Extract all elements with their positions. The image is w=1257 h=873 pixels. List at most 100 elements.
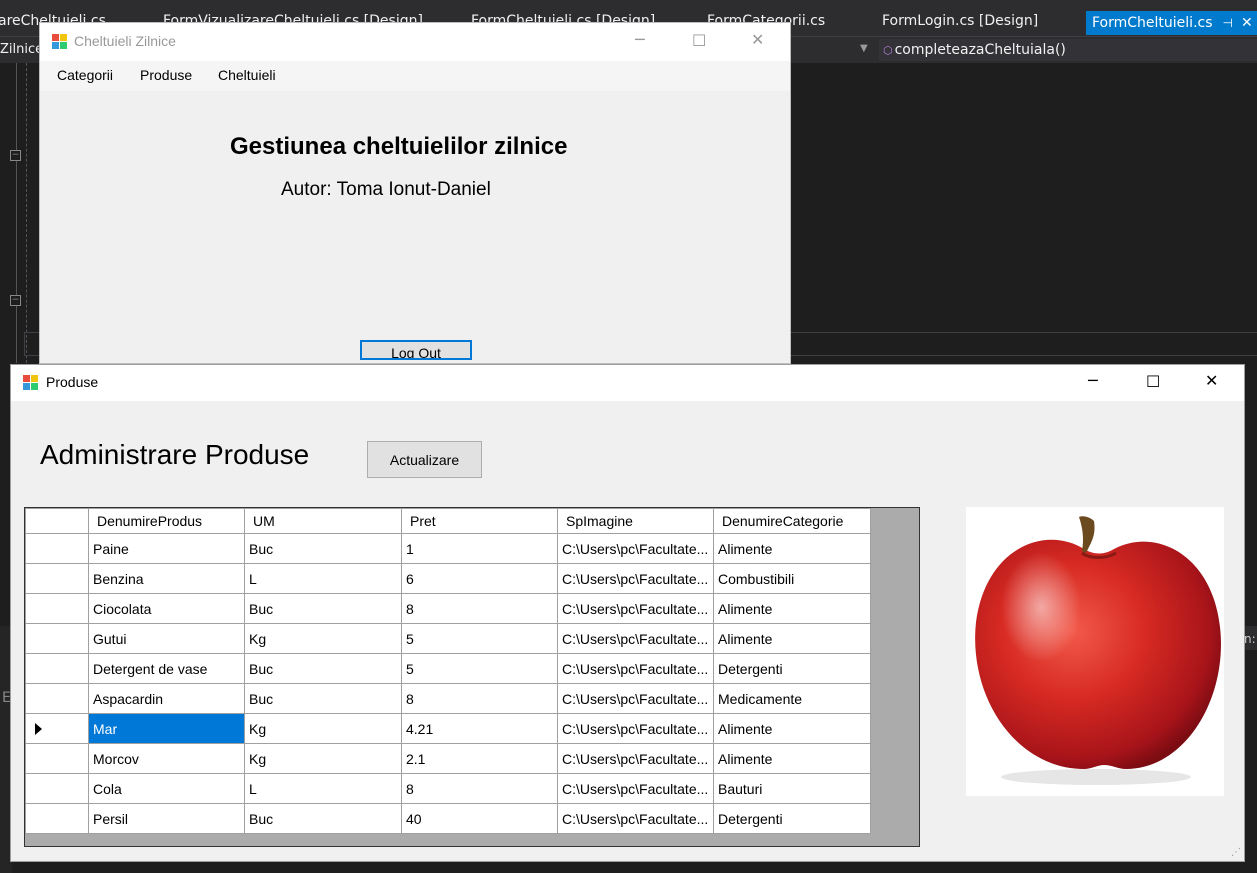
ide-member-combo[interactable]: ⬡ completeazaCheltuiala() (879, 39, 1257, 61)
table-cell[interactable]: Buc (244, 593, 402, 624)
table-row[interactable]: Morcov Kg 2.1 C:\Users\pc\Facultate... Alime… (25, 743, 871, 774)
row-header-corner[interactable] (25, 508, 89, 534)
table-cell[interactable]: Bauturi (713, 773, 871, 804)
menu-categorii[interactable]: Categorii (57, 67, 113, 83)
table-cell[interactable]: L (244, 563, 402, 594)
table-cell[interactable]: Morcov (88, 743, 245, 774)
table-cell[interactable]: C:\Users\pc\Facultate... (557, 743, 714, 774)
table-cell[interactable]: 1 (401, 533, 558, 564)
column-header[interactable]: DenumireProdus (88, 508, 245, 534)
table-cell[interactable]: Alimente (713, 623, 871, 654)
row-header[interactable] (25, 773, 89, 804)
table-row[interactable]: Detergent de vase Buc 5 C:\Users\pc\Faculta… (25, 653, 871, 684)
close-icon[interactable]: ✕ (1241, 15, 1253, 31)
ide-tab[interactable]: FormLogin.cs [Design] (882, 13, 1038, 29)
table-row[interactable]: Paine Buc 1 C:\Users\pc\Facultate... Aliment… (25, 533, 871, 564)
table-cell[interactable]: 8 (401, 683, 558, 714)
table-cell[interactable]: 2.1 (401, 743, 558, 774)
resize-grip-icon[interactable]: ⋰ (1231, 847, 1241, 858)
table-cell[interactable]: C:\Users\pc\Facultate... (557, 653, 714, 684)
minimize-icon[interactable]: ─ (1088, 371, 1098, 390)
row-header[interactable] (25, 593, 89, 624)
row-header[interactable] (25, 743, 89, 774)
logout-button[interactable]: Log Out (360, 340, 472, 360)
table-cell[interactable]: Gutui (88, 623, 245, 654)
table-cell[interactable]: 8 (401, 593, 558, 624)
table-cell[interactable]: 5 (401, 623, 558, 654)
column-header[interactable]: DenumireCategorie (713, 508, 871, 534)
table-cell[interactable]: 8 (401, 773, 558, 804)
close-icon[interactable]: ✕ (751, 30, 764, 49)
menu-cheltuieli[interactable]: Cheltuieli (218, 67, 276, 83)
ide-tab-active[interactable]: FormCheltuieli.cs ⊣ ✕ (1086, 11, 1257, 35)
table-cell[interactable]: Aspacardin (88, 683, 245, 714)
minimize-icon[interactable]: ─ (635, 30, 645, 49)
table-row[interactable]: Aspacardin Buc 8 C:\Users\pc\Facultate... Me… (25, 683, 871, 714)
table-cell[interactable]: Buc (244, 803, 402, 834)
table-cell[interactable]: Paine (88, 533, 245, 564)
close-icon[interactable]: ✕ (1205, 371, 1218, 390)
table-row[interactable]: Gutui Kg 5 C:\Users\pc\Facultate... Alimente (25, 623, 871, 654)
table-row[interactable]: Benzina L 6 C:\Users\pc\Facultate... Combust… (25, 563, 871, 594)
table-cell[interactable]: C:\Users\pc\Facultate... (557, 623, 714, 654)
table-cell[interactable]: Alimente (713, 713, 871, 744)
table-cell[interactable]: Buc (244, 533, 402, 564)
table-cell[interactable]: Ciocolata (88, 593, 245, 624)
row-header[interactable] (25, 683, 89, 714)
table-cell[interactable]: Detergenti (713, 803, 871, 834)
menu-produse[interactable]: Produse (140, 67, 192, 83)
window-titlebar[interactable]: Cheltuieli Zilnice ─ ☐ ✕ (40, 23, 790, 61)
row-header[interactable] (25, 803, 89, 834)
table-row[interactable]: Persil Buc 40 C:\Users\pc\Facultate... Deter… (25, 803, 871, 834)
table-cell[interactable]: C:\Users\pc\Facultate... (557, 533, 714, 564)
table-cell[interactable]: Benzina (88, 563, 245, 594)
table-cell[interactable]: Kg (244, 623, 402, 654)
collapse-icon[interactable]: − (10, 295, 21, 306)
table-row[interactable]: Ciocolata Buc 8 C:\Users\pc\Facultate... Ali… (25, 593, 871, 624)
table-cell[interactable]: Alimente (713, 533, 871, 564)
table-cell[interactable]: 5 (401, 653, 558, 684)
column-header[interactable]: SpImagine (557, 508, 714, 534)
table-cell[interactable]: Alimente (713, 743, 871, 774)
table-cell[interactable]: Persil (88, 803, 245, 834)
window-titlebar[interactable]: Produse ─ ☐ ✕ (11, 365, 1244, 401)
row-header[interactable] (25, 623, 89, 654)
table-cell[interactable]: Medicamente (713, 683, 871, 714)
row-header[interactable] (25, 533, 89, 564)
table-cell[interactable]: 40 (401, 803, 558, 834)
table-cell[interactable]: Detergent de vase (88, 653, 245, 684)
maximize-icon[interactable]: ☐ (1146, 372, 1160, 391)
row-header[interactable] (25, 563, 89, 594)
maximize-icon[interactable]: ☐ (692, 31, 706, 50)
pin-icon[interactable]: ⊣ (1223, 16, 1233, 30)
table-cell[interactable]: Mar (88, 713, 245, 744)
table-cell[interactable]: Cola (88, 773, 245, 804)
table-cell[interactable]: 6 (401, 563, 558, 594)
table-cell[interactable]: L (244, 773, 402, 804)
table-cell[interactable]: Buc (244, 653, 402, 684)
table-cell[interactable]: Detergenti (713, 653, 871, 684)
table-cell[interactable]: C:\Users\pc\Facultate... (557, 713, 714, 744)
table-cell[interactable]: Buc (244, 683, 402, 714)
column-header[interactable]: UM (244, 508, 402, 534)
products-data-grid[interactable]: DenumireProdus UM Pret SpImagine Denumir… (24, 507, 920, 847)
table-cell[interactable]: C:\Users\pc\Facultate... (557, 683, 714, 714)
table-cell[interactable]: C:\Users\pc\Facultate... (557, 563, 714, 594)
row-header[interactable] (25, 653, 89, 684)
table-cell[interactable]: 4.21 (401, 713, 558, 744)
chevron-down-icon[interactable]: ▼ (860, 43, 868, 54)
table-cell[interactable]: C:\Users\pc\Facultate... (557, 773, 714, 804)
table-cell[interactable]: C:\Users\pc\Facultate... (557, 803, 714, 834)
table-cell[interactable]: Combustibili (713, 563, 871, 594)
row-header[interactable] (25, 713, 89, 744)
table-cell[interactable]: Alimente (713, 593, 871, 624)
table-cell[interactable]: C:\Users\pc\Facultate... (557, 593, 714, 624)
table-cell[interactable]: Kg (244, 743, 402, 774)
column-header[interactable]: Pret (401, 508, 558, 534)
table-row[interactable]: Cola L 8 C:\Users\pc\Facultate... Bauturi (25, 773, 871, 804)
collapse-icon[interactable]: − (10, 150, 21, 161)
ide-class-combo[interactable]: Zilnice (0, 42, 43, 57)
table-cell[interactable]: Kg (244, 713, 402, 744)
refresh-button[interactable]: Actualizare (367, 441, 482, 478)
table-row[interactable]: Mar Kg 4.21 C:\Users\pc\Facultate... Aliment… (25, 713, 871, 744)
